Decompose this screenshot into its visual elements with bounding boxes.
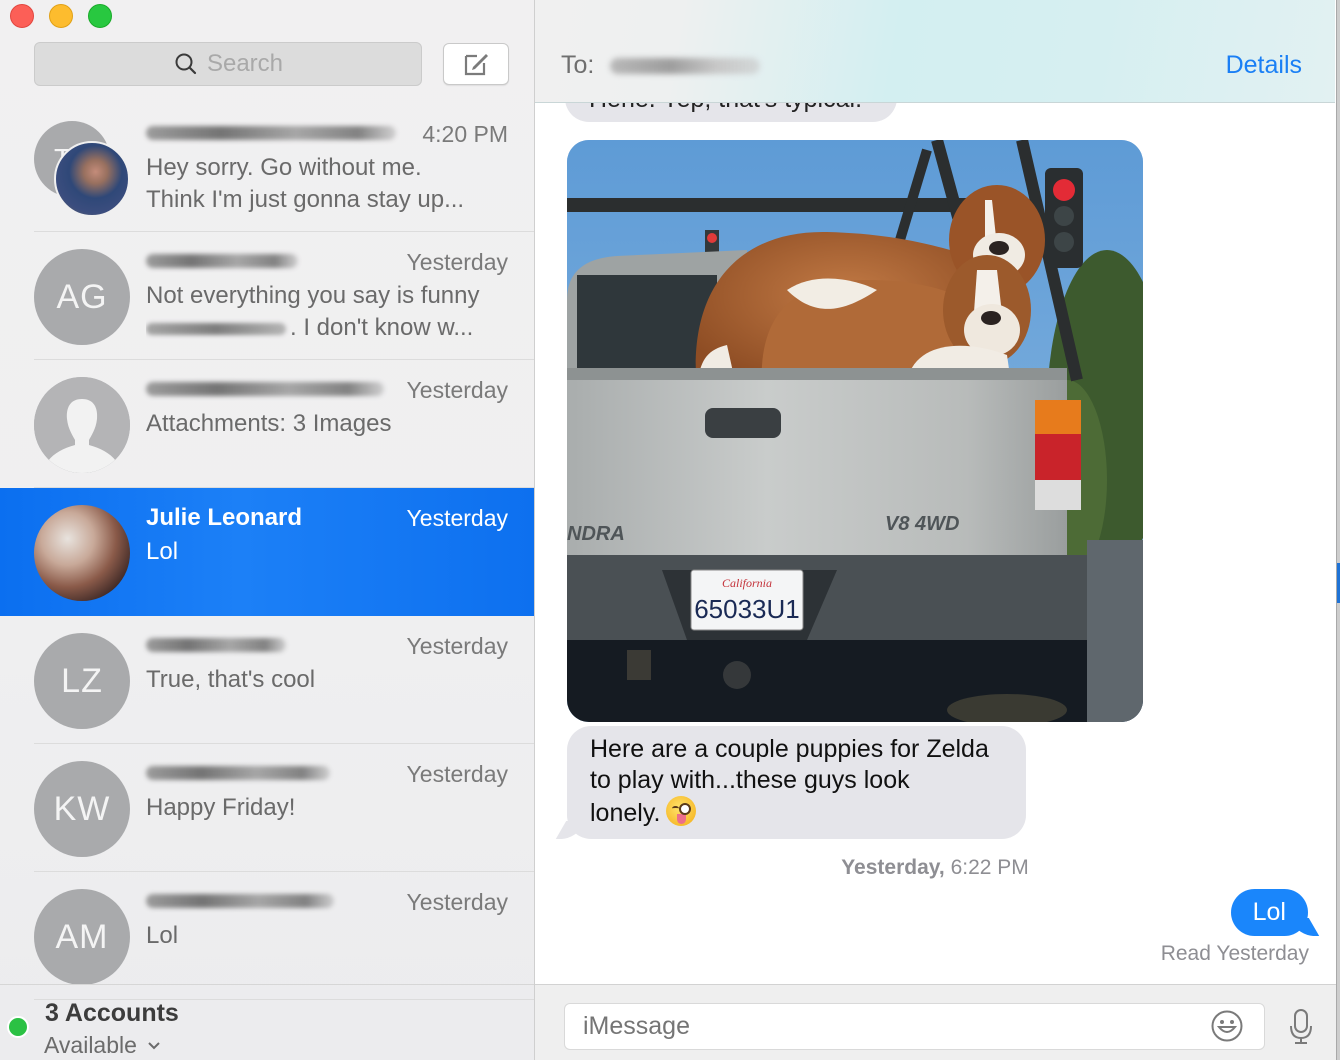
avatar: KW bbox=[34, 761, 130, 857]
compose-icon bbox=[464, 54, 488, 76]
conversation-preview: Lol bbox=[146, 920, 506, 952]
to-label: To: bbox=[561, 51, 595, 79]
conversation-time: Yesterday bbox=[406, 249, 508, 275]
contact-name-redacted bbox=[146, 254, 298, 268]
accounts-status-bar: 3 Accounts Available bbox=[0, 984, 534, 1060]
person-silhouette-icon bbox=[34, 377, 130, 473]
contact-name-redacted bbox=[146, 766, 330, 780]
preview-line: . I don't know w... bbox=[146, 312, 506, 344]
minimize-window-button[interactable] bbox=[49, 4, 73, 28]
compose-bar bbox=[535, 984, 1336, 1060]
timestamp-time: 6:22 PM bbox=[950, 856, 1029, 879]
contact-name-redacted bbox=[146, 126, 396, 140]
conversation-time: Yesterday bbox=[406, 377, 508, 403]
contact-name: Julie Leonard bbox=[146, 504, 303, 531]
message-line-text: lonely. bbox=[590, 799, 661, 827]
contact-name-redacted bbox=[146, 382, 384, 396]
window-edge bbox=[1336, 0, 1340, 1060]
contact-name-redacted bbox=[146, 638, 286, 652]
conversation-list: T 4:20 PM Hey sorry. Go without me. Thin… bbox=[0, 104, 534, 1000]
compose-button[interactable] bbox=[443, 43, 509, 85]
conversation-preview: Hey sorry. Go without me. Think I'm just… bbox=[146, 152, 506, 216]
conversation-item[interactable]: Yesterday Attachments: 3 Images bbox=[0, 360, 534, 488]
conversation-item[interactable]: AM Yesterday Lol bbox=[0, 872, 534, 1000]
svg-text:California: California bbox=[722, 576, 772, 590]
conversation-preview: Attachments: 3 Images bbox=[146, 408, 506, 440]
preview-line: Lol bbox=[146, 922, 179, 949]
svg-text:65033U1: 65033U1 bbox=[694, 594, 800, 624]
message-line: Here are a couple puppies for Zelda bbox=[590, 735, 989, 763]
microphone-icon[interactable] bbox=[1287, 1008, 1315, 1046]
preview-line: Hey sorry. Go without me. bbox=[146, 154, 422, 181]
recipient-redacted[interactable] bbox=[610, 58, 760, 74]
preview-line: True, that's cool bbox=[146, 666, 316, 693]
contact-name-redacted bbox=[146, 894, 334, 908]
conversation-time: Yesterday bbox=[406, 633, 508, 659]
availability-dot-icon bbox=[7, 1016, 29, 1038]
group-avatar: T bbox=[34, 121, 130, 217]
conversation-item[interactable]: AG Yesterday Not everything you say is f… bbox=[0, 232, 534, 360]
image-attachment[interactable]: NDRA V8 4WD California 65033U1 bbox=[567, 140, 1143, 722]
conversation-time: Yesterday bbox=[406, 889, 508, 915]
availability-status: Available bbox=[44, 1032, 137, 1058]
conversation-time: Yesterday bbox=[406, 761, 508, 787]
preview-line: Happy Friday! bbox=[146, 794, 296, 821]
message-line: lonely. bbox=[590, 796, 1004, 829]
conversation-preview: True, that's cool bbox=[146, 664, 506, 696]
conversation-preview: Lol bbox=[146, 536, 506, 568]
preview-line: Attachments: 3 Images bbox=[146, 410, 392, 437]
avatar-photo bbox=[54, 141, 130, 217]
details-button[interactable]: Details bbox=[1226, 51, 1302, 80]
conversation-item[interactable]: LZ Yesterday True, that's cool bbox=[0, 616, 534, 744]
preview-line: Lol bbox=[146, 538, 179, 565]
zoom-window-button[interactable] bbox=[88, 4, 112, 28]
avatar: AM bbox=[34, 889, 130, 985]
preview-line: Think I'm just gonna stay up... bbox=[146, 186, 465, 213]
conversation-time: Yesterday bbox=[406, 505, 508, 531]
conversation-preview: Happy Friday! bbox=[146, 792, 506, 824]
sidebar: Search T 4:20 PM Hey sorry. Go without m… bbox=[0, 0, 535, 1060]
message-timestamp: Yesterday, 6:22 PM bbox=[535, 856, 1335, 880]
chat-header: To: Details bbox=[535, 0, 1335, 103]
window-controls bbox=[10, 4, 112, 28]
preview-line-text: . I don't know w... bbox=[290, 314, 474, 341]
avatar: LZ bbox=[34, 633, 130, 729]
avatar: AG bbox=[34, 249, 130, 345]
accounts-title: 3 Accounts bbox=[45, 999, 179, 1027]
read-receipt: Read Yesterday bbox=[1160, 942, 1309, 965]
search-icon bbox=[175, 53, 197, 75]
avatar bbox=[34, 377, 130, 473]
conversation-time: 4:20 PM bbox=[422, 121, 508, 147]
search-placeholder: Search bbox=[206, 50, 284, 77]
availability-dropdown[interactable]: Available bbox=[44, 1032, 161, 1059]
incoming-message: Here are a couple puppies for Zelda to p… bbox=[567, 726, 1026, 839]
preview-line: Not everything you say is funny bbox=[146, 282, 480, 309]
avatar-photo bbox=[34, 505, 130, 601]
photo-dogs-in-truck: NDRA V8 4WD California 65033U1 bbox=[567, 140, 1143, 722]
conversation-item[interactable]: T 4:20 PM Hey sorry. Go without me. Thin… bbox=[0, 104, 534, 232]
conversation-pane: To: Details Hene. Yep, that's typical. bbox=[535, 0, 1340, 1060]
message-line: to play with...these guys look bbox=[590, 766, 910, 794]
svg-text:V8 4WD: V8 4WD bbox=[885, 513, 959, 535]
conversation-item[interactable]: KW Yesterday Happy Friday! bbox=[0, 744, 534, 872]
outgoing-message: Lol bbox=[1230, 889, 1308, 936]
timestamp-day: Yesterday, bbox=[841, 856, 945, 879]
emoji-picker-icon[interactable] bbox=[1210, 1009, 1244, 1043]
winking-tongue-emoji-icon bbox=[666, 796, 697, 826]
search-field[interactable]: Search bbox=[34, 42, 422, 86]
conversation-preview: Not everything you say is funny . I don'… bbox=[146, 280, 506, 344]
conversation-item-selected[interactable]: Julie Leonard Yesterday Lol bbox=[0, 488, 534, 616]
svg-text:NDRA: NDRA bbox=[567, 523, 625, 545]
chevron-down-icon bbox=[148, 1041, 160, 1049]
close-window-button[interactable] bbox=[10, 4, 34, 28]
message-transcript[interactable]: Hene. Yep, that's typical. bbox=[535, 0, 1335, 984]
redacted-text bbox=[146, 322, 286, 335]
imessage-input[interactable] bbox=[564, 1003, 1265, 1050]
